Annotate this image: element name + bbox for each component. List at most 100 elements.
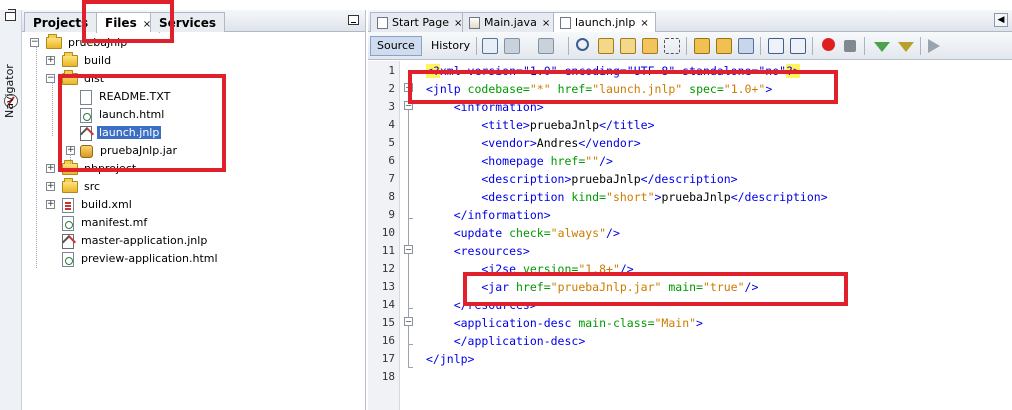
line-number: 13: [381, 280, 395, 293]
fold-toggle-icon[interactable]: −: [404, 245, 413, 254]
toggle-highlight-icon[interactable]: [642, 38, 658, 54]
panel-tabbar: Projects Files × Services: [22, 10, 365, 33]
code-line[interactable]: <application-desc main-class="Main">: [426, 314, 703, 332]
restore-window-icon[interactable]: [5, 9, 16, 21]
source-button[interactable]: Source: [370, 36, 422, 56]
navigator-strip[interactable]: Navigator: [0, 9, 22, 410]
expand-toggle-icon[interactable]: −: [46, 74, 55, 83]
tab-label: launch.jnlp: [575, 16, 636, 29]
last-edit-icon[interactable]: [482, 38, 498, 54]
find-previous-icon[interactable]: [598, 38, 614, 54]
annotation-box-jnlp-line: [408, 70, 838, 104]
line-number-gutter: 1 2 3 4 5 6 7 8 9 10 11 12 13 14 15 16 17 18: [368, 61, 400, 410]
minimize-icon[interactable]: [348, 15, 359, 25]
close-icon[interactable]: ×: [542, 18, 550, 29]
forward-icon[interactable]: [538, 38, 554, 54]
scroll-tabs-icon[interactable]: ◀: [994, 13, 1008, 27]
code-token: "always": [550, 226, 607, 240]
code-line[interactable]: </application-desc>: [426, 332, 586, 350]
validate-xml-icon[interactable]: [898, 42, 914, 52]
code-token: pruebaJnlp: [529, 118, 600, 132]
prev-bookmark-icon[interactable]: [694, 38, 710, 54]
shift-right-icon[interactable]: [790, 38, 806, 54]
line-number: 15: [381, 316, 395, 329]
expand-toggle-icon[interactable]: +: [46, 200, 55, 209]
code-token: href=: [543, 154, 586, 168]
fold-end: [408, 367, 413, 368]
next-bookmark-icon[interactable]: [716, 38, 732, 54]
back-icon[interactable]: [504, 38, 520, 54]
tree-item[interactable]: master-application.jnlp: [62, 232, 209, 250]
code-line[interactable]: <description kind="short">pruebaJnlp</de…: [426, 188, 828, 206]
line-number: 3: [388, 100, 395, 113]
line-number: 7: [388, 172, 395, 185]
code-line[interactable]: <homepage href=""/>: [426, 152, 613, 170]
tree-item[interactable]: build.xml: [62, 196, 134, 214]
expand-toggle-icon[interactable]: +: [46, 164, 55, 173]
tab-main-java[interactable]: Main.java ×: [462, 12, 558, 32]
line-number: 12: [381, 262, 395, 275]
history-button[interactable]: History: [424, 36, 477, 56]
files-panel: Projects Files × Services − pruebaJnlp + bui…: [22, 10, 366, 410]
code-token: pruebaJnlp: [571, 172, 641, 186]
code-token: "short": [606, 190, 655, 204]
annotation-box-files-tab: [82, 0, 174, 43]
find-icon[interactable]: [576, 38, 589, 51]
close-icon[interactable]: ×: [640, 18, 648, 29]
toolbar-separator: [760, 37, 761, 55]
tab-start-page[interactable]: Start Page ×: [370, 12, 470, 32]
line-number: 10: [381, 226, 395, 239]
rect-selection-icon[interactable]: [664, 38, 680, 54]
folder-icon: [62, 52, 78, 67]
line-number: 1: [388, 64, 395, 77]
line-number: 18: [381, 370, 395, 383]
code-token: <title>: [426, 118, 530, 132]
expand-toggle-icon[interactable]: +: [46, 182, 55, 191]
toggle-bookmark-icon[interactable]: [738, 38, 754, 54]
fold-end: [408, 308, 413, 309]
fold-end: [408, 344, 413, 345]
code-line[interactable]: <vendor>Andres</vendor>: [426, 134, 640, 152]
code-token: <description: [426, 190, 565, 204]
expand-toggle-icon[interactable]: +: [46, 56, 55, 65]
check-xml-icon[interactable]: [874, 42, 890, 52]
stop-macro-icon[interactable]: [844, 40, 856, 52]
tree-item[interactable]: src: [62, 178, 102, 196]
fold-toggle-icon[interactable]: −: [404, 317, 413, 326]
tree-item-label: build: [84, 54, 112, 67]
find-next-icon[interactable]: [620, 38, 636, 54]
tree-item[interactable]: manifest.mf: [62, 214, 149, 232]
tree-item[interactable]: build: [62, 52, 113, 70]
line-number: 4: [388, 118, 395, 131]
code-line[interactable]: </jnlp>: [426, 350, 474, 368]
code-token: </description>: [730, 190, 828, 204]
toolbar-separator: [920, 37, 921, 55]
expand-toggle-icon[interactable]: −: [30, 38, 39, 47]
xsl-transform-icon[interactable]: [928, 39, 940, 53]
fold-end: [408, 218, 413, 219]
code-line[interactable]: <description>pruebaJnlp</description>: [426, 170, 738, 188]
code-line[interactable]: <resources>: [426, 242, 530, 260]
code-token: />: [599, 154, 613, 168]
toolbar-separator: [476, 37, 477, 55]
tree-item[interactable]: preview-application.html: [62, 250, 220, 268]
code-line[interactable]: </information>: [426, 206, 551, 224]
code-line[interactable]: <title>pruebaJnlp</title>: [426, 116, 654, 134]
tab-label: Projects: [33, 16, 89, 30]
line-number: 16: [381, 334, 395, 347]
shift-left-icon[interactable]: [768, 38, 784, 54]
code-token: <description>: [426, 172, 572, 186]
code-line[interactable]: <update check="always"/>: [426, 224, 620, 242]
code-token: kind=: [564, 190, 607, 204]
code-token: </description>: [640, 172, 738, 186]
tab-launch-jnlp[interactable]: launch.jnlp ×: [553, 12, 656, 33]
toolbar-separator: [812, 37, 813, 55]
navigator-label[interactable]: Navigator: [3, 64, 16, 118]
record-macro-icon[interactable]: [822, 38, 835, 51]
folder-icon: [62, 178, 78, 193]
tree-item-label: src: [84, 180, 101, 193]
code-token: </application-desc>: [426, 334, 586, 348]
line-number: 9: [388, 208, 395, 221]
line-number: 2: [388, 82, 395, 95]
tree-item-label: master-application.jnlp: [81, 234, 208, 247]
